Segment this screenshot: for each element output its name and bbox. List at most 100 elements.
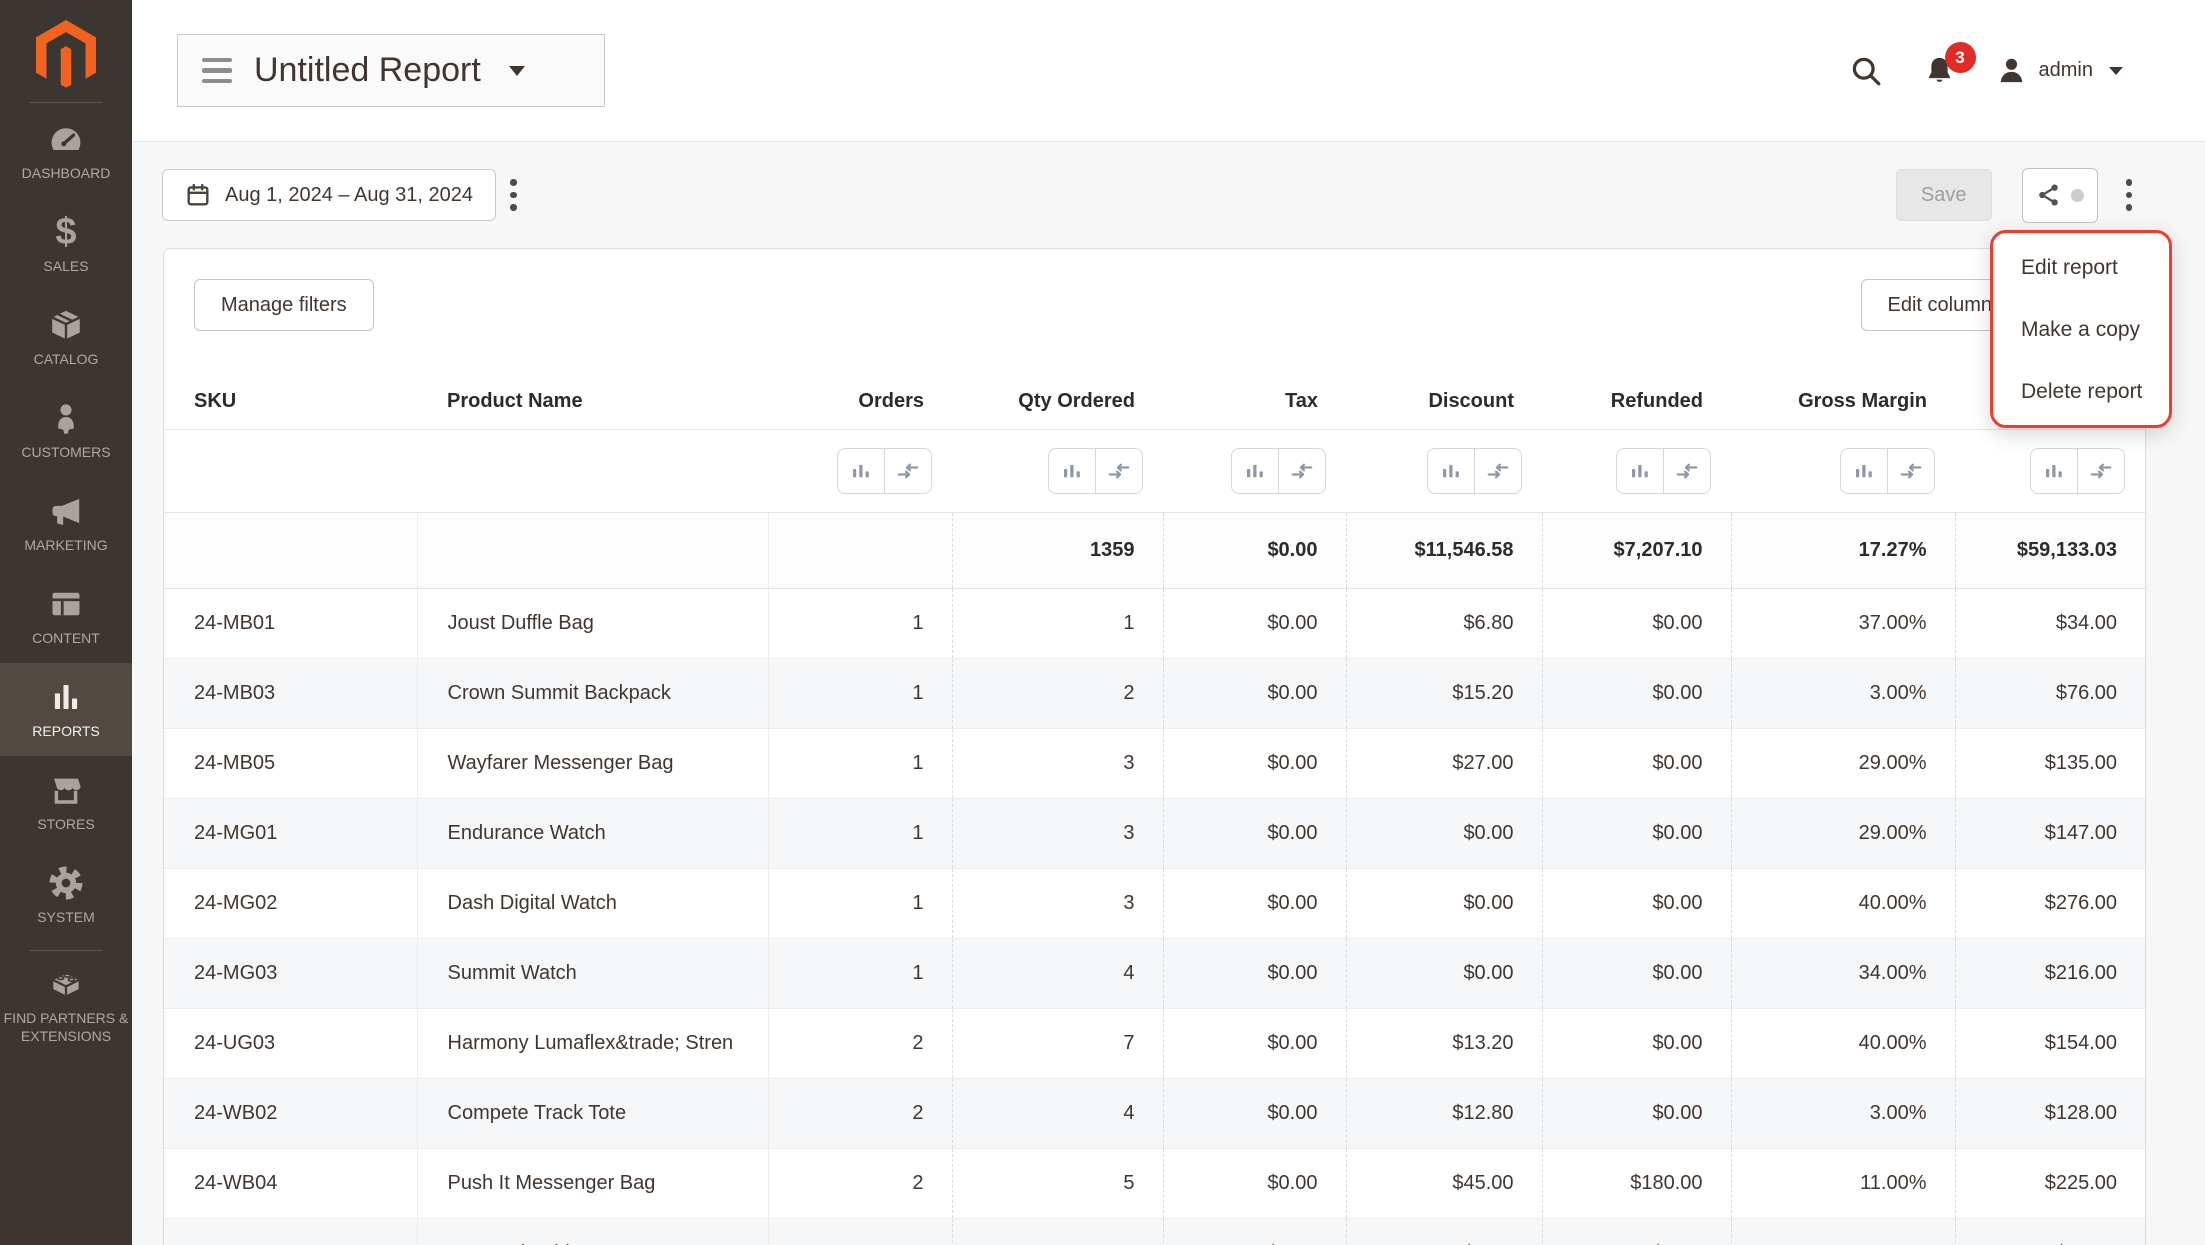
- column-control: [1616, 448, 1711, 494]
- magento-admin-page: DASHBOARD $ SALES CATALOG CUSTOMERS: [0, 0, 2205, 1245]
- cell-discount: $0.00: [1346, 799, 1542, 869]
- box-icon: [48, 307, 84, 343]
- compare-toggle-button[interactable]: [2078, 449, 2124, 493]
- cell-qty-ordered: 4: [952, 1079, 1163, 1149]
- column-header-refunded[interactable]: Refunded: [1542, 373, 1731, 430]
- search-icon[interactable]: [1849, 54, 1883, 88]
- cell-product-name: Savvy Shoulder Tote: [417, 1219, 768, 1245]
- cell-refunded: $0.00: [1542, 1009, 1731, 1079]
- cell-sku: 24-MG01: [164, 799, 417, 869]
- compare-toggle-button[interactable]: [1096, 449, 1142, 493]
- chevron-down-icon: [509, 66, 525, 76]
- report-actions-kebab-icon[interactable]: [2112, 171, 2147, 219]
- date-options-kebab-icon[interactable]: [496, 171, 531, 219]
- sidebar-item-content[interactable]: CONTENT: [0, 570, 132, 663]
- compare-toggle-button[interactable]: [1664, 449, 1710, 493]
- compare-toggle-button[interactable]: [1475, 449, 1521, 493]
- chart-toggle-button[interactable]: [1617, 449, 1664, 493]
- cell-orders: 2: [768, 1079, 952, 1149]
- table-body: 1359 $0.00 $11,546.58 $7,207.10 17.27% $…: [164, 513, 2145, 1245]
- sidebar-item-system[interactable]: SYSTEM: [0, 849, 132, 942]
- sidebar-nav: DASHBOARD $ SALES CATALOG CUSTOMERS: [0, 105, 132, 1052]
- cell-sku: 24-MB03: [164, 659, 417, 729]
- table-row: 24-MB03 Crown Summit Backpack 1 2 $0.00 …: [164, 659, 2145, 729]
- sidebar-item-sales[interactable]: $ SALES: [0, 198, 132, 291]
- magento-logo-icon[interactable]: [36, 20, 96, 90]
- save-button[interactable]: Save: [1896, 169, 1992, 221]
- column-header-qty-ordered[interactable]: Qty Ordered: [952, 373, 1163, 430]
- column-control: [837, 448, 932, 494]
- chart-toggle-button[interactable]: [1232, 449, 1279, 493]
- chart-toggle-button[interactable]: [1049, 449, 1096, 493]
- cell-tax: $0.00: [1163, 869, 1346, 939]
- user-icon: [1996, 55, 2027, 86]
- compare-toggle-button[interactable]: [1888, 449, 1934, 493]
- column-header-tax[interactable]: Tax: [1163, 373, 1346, 430]
- cell-sku: 24-WB02: [164, 1079, 417, 1149]
- notifications-button[interactable]: 3: [1923, 54, 1956, 87]
- column-header-sku[interactable]: SKU: [164, 373, 417, 430]
- compare-toggle-button[interactable]: [885, 449, 931, 493]
- column-control: [2030, 448, 2125, 494]
- column-header-product-name[interactable]: Product Name: [417, 373, 768, 430]
- sidebar-item-label: REPORTS: [29, 722, 102, 740]
- column-control: [1427, 448, 1522, 494]
- date-range-picker[interactable]: Aug 1, 2024 – Aug 31, 2024: [162, 169, 496, 221]
- cell-gross-margin: 40.00%: [1731, 869, 1955, 939]
- column-header-orders[interactable]: Orders: [768, 373, 952, 430]
- cell-gross-margin: -32.00%: [1731, 1219, 1955, 1245]
- cell-sku: 24-MG03: [164, 939, 417, 1009]
- cell-tax: $0.00: [1163, 1009, 1346, 1079]
- cell-total: $76.00: [1955, 659, 2145, 729]
- cell-tax: $0.00: [1163, 589, 1346, 659]
- speedometer-icon: [48, 121, 84, 157]
- sidebar-item-label: DASHBOARD: [19, 164, 114, 182]
- menu-item-edit-report[interactable]: Edit report: [1993, 237, 2169, 299]
- chart-toggle-button[interactable]: [2031, 449, 2078, 493]
- cell-qty-ordered: 3: [952, 729, 1163, 799]
- menu-item-make-a-copy[interactable]: Make a copy: [1993, 299, 2169, 361]
- hamburger-icon: [202, 58, 232, 84]
- sidebar-item-label: FIND PARTNERS & EXTENSIONS: [0, 1009, 132, 1045]
- cell-product-name: Crown Summit Backpack: [417, 659, 768, 729]
- column-header-gross-margin[interactable]: Gross Margin: [1731, 373, 1955, 430]
- summary-row: 1359 $0.00 $11,546.58 $7,207.10 17.27% $…: [164, 513, 2145, 589]
- sidebar-item-marketing[interactable]: MARKETING: [0, 477, 132, 570]
- sidebar-item-reports[interactable]: REPORTS: [0, 663, 132, 756]
- sidebar-item-dashboard[interactable]: DASHBOARD: [0, 105, 132, 198]
- cell-orders: 2: [768, 1009, 952, 1079]
- column-header-discount[interactable]: Discount: [1346, 373, 1542, 430]
- cell-product-name: Push It Messenger Bag: [417, 1149, 768, 1219]
- account-menu[interactable]: admin: [1996, 55, 2123, 86]
- sidebar-item-label: CONTENT: [29, 629, 103, 647]
- compare-toggle-button[interactable]: [1279, 449, 1325, 493]
- sidebar-item-label: MARKETING: [21, 536, 110, 554]
- cell-tax: $0.00: [1163, 1079, 1346, 1149]
- cell-refunded: $0.00: [1542, 799, 1731, 869]
- gear-icon: [48, 865, 84, 901]
- cell-orders: 1: [768, 729, 952, 799]
- sidebar-item-catalog[interactable]: CATALOG: [0, 291, 132, 384]
- cell-total: $154.00: [1955, 1009, 2145, 1079]
- chart-toggle-button[interactable]: [1428, 449, 1475, 493]
- menu-item-delete-report[interactable]: Delete report: [1993, 361, 2169, 423]
- sidebar-item-label: CUSTOMERS: [18, 443, 113, 461]
- share-button[interactable]: [2022, 168, 2098, 223]
- report-toolbar: Aug 1, 2024 – Aug 31, 2024 Save: [132, 142, 2205, 248]
- sidebar-item-customers[interactable]: CUSTOMERS: [0, 384, 132, 477]
- sidebar-item-find-partners[interactable]: FIND PARTNERS & EXTENSIONS: [0, 959, 132, 1052]
- cell-product-name: Wayfarer Messenger Bag: [417, 729, 768, 799]
- sidebar-item-stores[interactable]: STORES: [0, 756, 132, 849]
- cell-product-name: Joust Duffle Bag: [417, 589, 768, 659]
- manage-filters-button[interactable]: Manage filters: [194, 279, 374, 331]
- cell-orders: 1: [768, 799, 952, 869]
- cell-product-name: Compete Track Tote: [417, 1079, 768, 1149]
- table-row: 24-WB05 Savvy Shoulder Tote 1 2 $0.00 $0…: [164, 1219, 2145, 1245]
- chart-toggle-button[interactable]: [1841, 449, 1888, 493]
- cell-tax: $0.00: [1163, 1219, 1346, 1245]
- cell-total: $48.00: [1955, 1219, 2145, 1245]
- report-title-dropdown[interactable]: Untitled Report: [177, 34, 605, 107]
- table-row: 24-UG03 Harmony Lumaflex&trade; Stren 2 …: [164, 1009, 2145, 1079]
- share-status-dot: [2071, 189, 2084, 202]
- chart-toggle-button[interactable]: [838, 449, 885, 493]
